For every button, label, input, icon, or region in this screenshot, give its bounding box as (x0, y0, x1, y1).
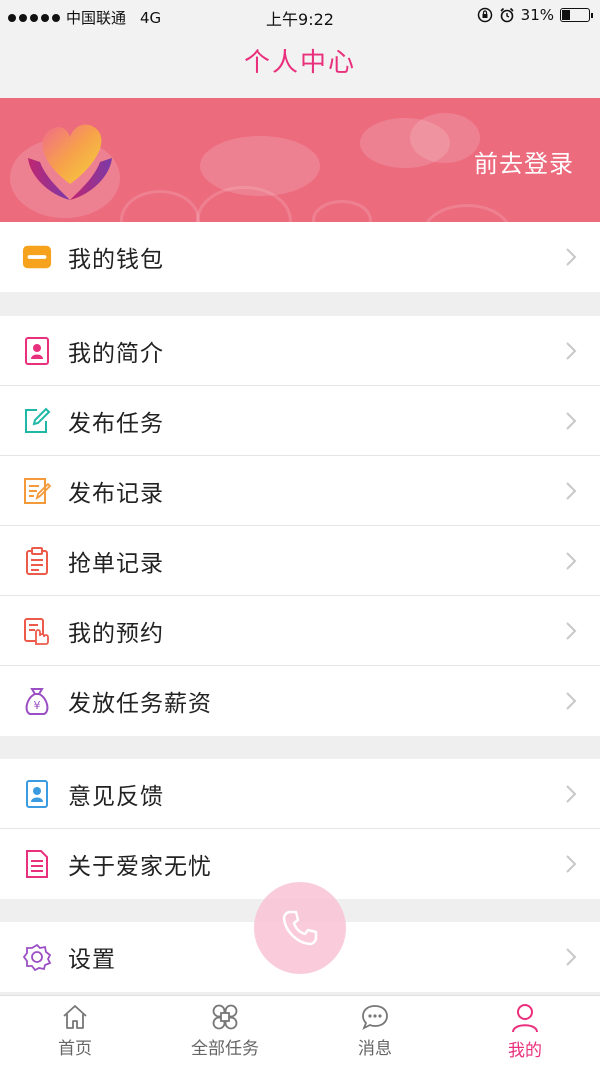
home-icon (63, 1005, 87, 1029)
status-right: 31% (477, 6, 593, 24)
menu-item-label: 我的简介 (68, 340, 164, 367)
money-bag-icon: ¥ (22, 686, 52, 716)
alarm-icon (500, 7, 514, 23)
page-title: 个人中心 (243, 48, 356, 78)
status-bar: 中国联通 4G 上午9:22 31% (0, 0, 600, 32)
tab-mine[interactable]: 我的 (450, 996, 600, 1067)
profile-card-icon (22, 336, 52, 366)
banner-ring-decoration (120, 190, 200, 222)
wallet-icon (22, 242, 52, 272)
banner-cloud-decoration (410, 113, 480, 163)
tab-label: 全部任务 (191, 1039, 259, 1059)
chevron-right-icon (566, 342, 577, 360)
chevron-right-icon (566, 552, 577, 570)
menu-item-pay-salary[interactable]: ¥ 发放任务薪资 (0, 666, 600, 736)
tab-label: 消息 (358, 1039, 392, 1059)
rotation-lock-icon (477, 7, 492, 23)
tab-label: 首页 (58, 1039, 92, 1059)
menu-item-label: 抢单记录 (68, 550, 164, 577)
chevron-right-icon (566, 622, 577, 640)
menu-item-label: 设置 (68, 947, 116, 973)
command-grid-icon (212, 1004, 238, 1030)
tab-label: 我的 (508, 1041, 542, 1061)
menu-item-label: 我的钱包 (68, 247, 164, 273)
tab-messages[interactable]: 消息 (300, 996, 450, 1067)
menu-item-label: 发布任务 (68, 410, 164, 437)
chevron-right-icon (566, 248, 577, 266)
banner-ring-decoration (312, 200, 372, 222)
banner-cloud-decoration (200, 136, 320, 196)
menu-item-label: 发布记录 (68, 480, 164, 507)
menu-item-profile[interactable]: 我的简介 (0, 316, 600, 386)
note-icon (22, 476, 52, 506)
menu-item-grab-records[interactable]: 抢单记录 (0, 526, 600, 596)
menu-item-label: 关于爱家无忧 (68, 854, 212, 880)
menu-item-wallet[interactable]: 我的钱包 (0, 222, 600, 292)
tab-bar: 首页 全部任务 消息 我的 (0, 995, 600, 1067)
chevron-right-icon (566, 412, 577, 430)
hand-document-icon (22, 616, 52, 646)
chevron-right-icon (566, 692, 577, 710)
menu-group-tasks: 我的简介 发布任务 发布记录 抢单记录 我的预约 ¥ 发放任务薪资 (0, 316, 600, 736)
edit-icon (22, 406, 52, 436)
banner-ring-decoration (422, 204, 512, 222)
user-icon (512, 1004, 538, 1033)
tab-all-tasks[interactable]: 全部任务 (150, 996, 300, 1067)
battery-icon (560, 8, 593, 22)
tab-home[interactable]: 首页 (0, 996, 150, 1067)
phone-icon (282, 910, 318, 946)
chat-bubble-icon (362, 1005, 388, 1030)
document-icon (22, 849, 52, 879)
nav-bar: 个人中心 (0, 32, 600, 98)
menu-item-publish-records[interactable]: 发布记录 (0, 456, 600, 526)
clipboard-icon (22, 546, 52, 576)
app-logo (28, 124, 112, 200)
login-link[interactable]: 前去登录 (474, 144, 574, 179)
call-button[interactable] (254, 882, 346, 974)
svg-text:¥: ¥ (34, 699, 41, 712)
menu-group-wallet: 我的钱包 (0, 222, 600, 292)
chevron-right-icon (566, 855, 577, 873)
chevron-right-icon (566, 785, 577, 803)
feedback-icon (22, 779, 52, 809)
menu-group-info: 意见反馈 关于爱家无忧 (0, 759, 600, 899)
menu-item-label: 意见反馈 (68, 783, 164, 810)
menu-item-feedback[interactable]: 意见反馈 (0, 759, 600, 829)
gear-icon (22, 942, 52, 972)
menu-item-label: 发放任务薪资 (68, 691, 212, 717)
profile-banner: 前去登录 (0, 98, 600, 222)
chevron-right-icon (566, 948, 577, 966)
menu-item-label: 我的预约 (68, 620, 164, 647)
menu-item-publish-task[interactable]: 发布任务 (0, 386, 600, 456)
chevron-right-icon (566, 482, 577, 500)
menu-item-appointments[interactable]: 我的预约 (0, 596, 600, 666)
battery-percent: 31% (520, 6, 554, 24)
